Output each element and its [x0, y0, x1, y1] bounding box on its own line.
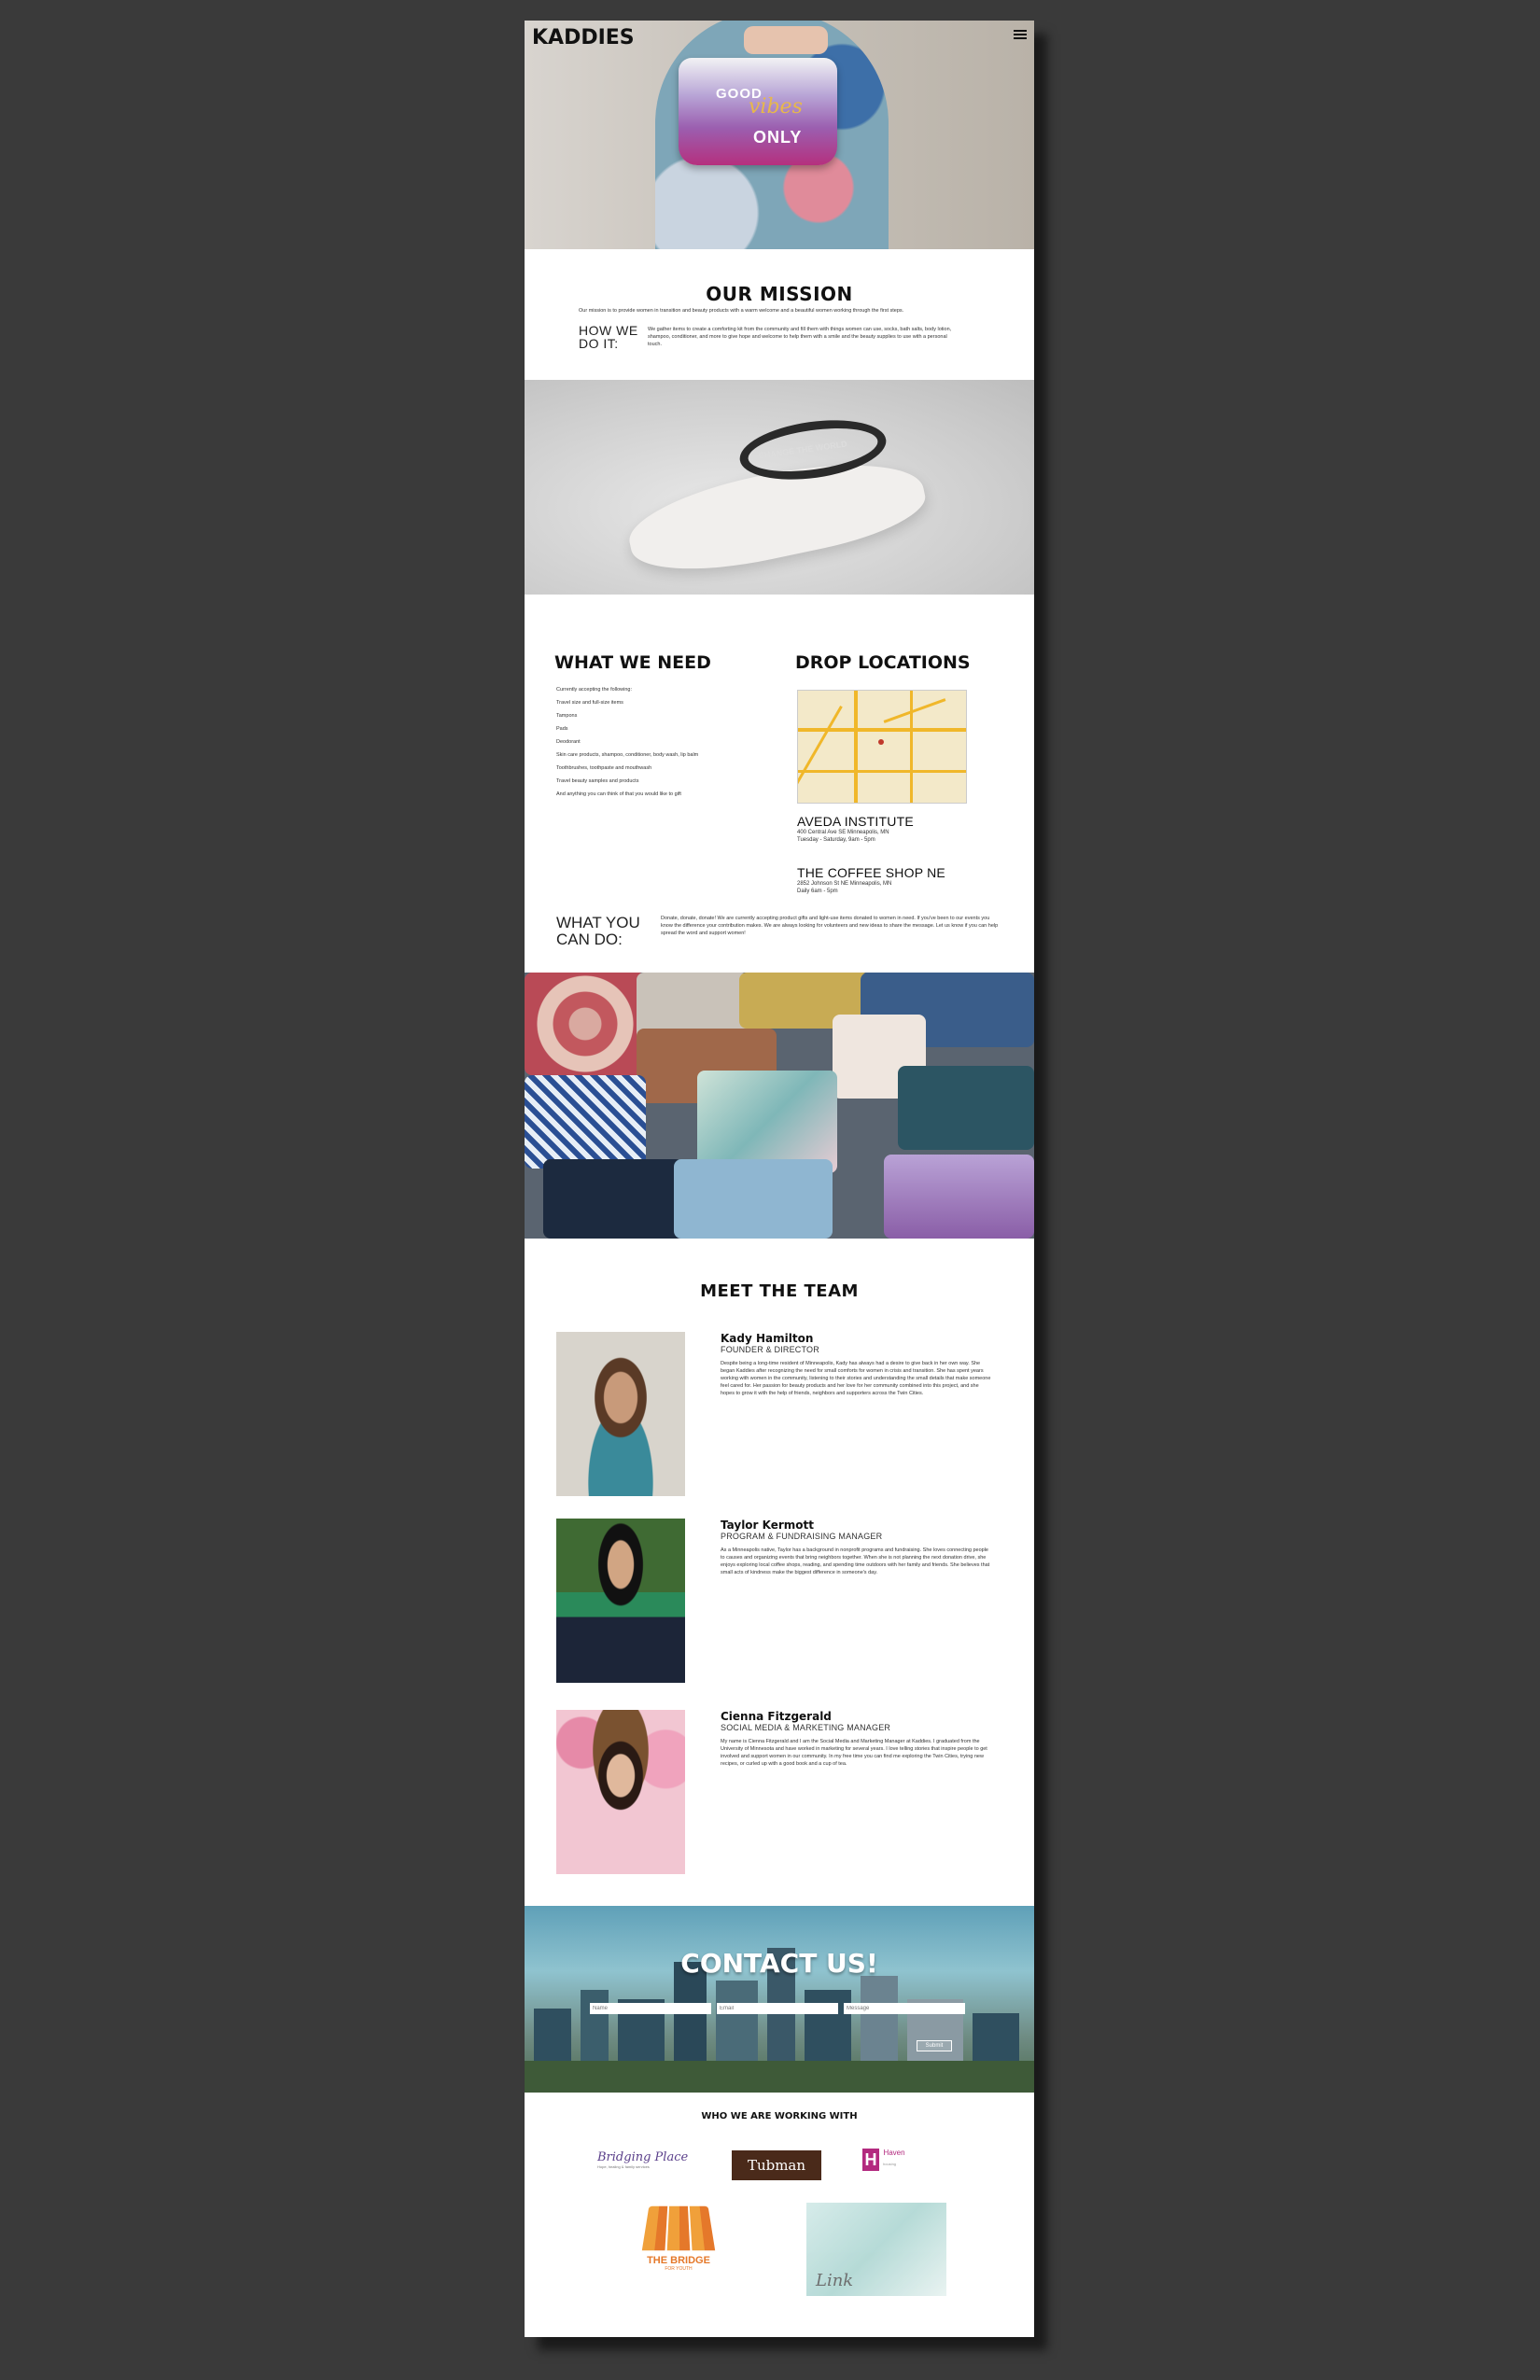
contact-email-input[interactable]: [717, 2003, 838, 2014]
partner-logo-sub: housing: [883, 2162, 897, 2166]
mission-section: OUR MISSION Our mission is to provide wo…: [525, 249, 1034, 375]
needs-list-item: Travel size and full-size items: [556, 700, 623, 706]
team-member-bio: Despite being a long-time resident of Mi…: [721, 1361, 991, 1396]
mission-text: Our mission is to provide women in trans…: [579, 308, 904, 314]
hero-section: GOOD vibes ONLY KADDIES: [525, 21, 1034, 249]
team-member-card: Kady Hamilton FOUNDER & DIRECTOR Despite…: [556, 1332, 1004, 1500]
pouches-collage-image: [525, 973, 1034, 1239]
drop-locations-map[interactable]: [797, 690, 967, 804]
what-you-can-do-label: WHAT YOU CAN DO:: [556, 915, 640, 948]
team-member-role: SOCIAL MEDIA & MARKETING MANAGER: [721, 1723, 891, 1732]
contact-message-input[interactable]: [844, 2003, 965, 2014]
hero-hand: [744, 26, 828, 54]
drop-locations-heading: DROP LOCATIONS: [795, 652, 971, 673]
partner-logo-haven[interactable]: H Haven housing: [862, 2149, 965, 2178]
partner-logo-sub: Hope, healing & family services: [597, 2164, 650, 2169]
team-member-photo: [556, 1710, 685, 1874]
partners-section: WHO WE ARE WORKING WITH Bridging Place H…: [525, 2093, 1034, 2337]
needs-list-item: Deodorant: [556, 739, 581, 745]
what-you-can-do-text: Donate, donate, donate! We are currently…: [661, 916, 999, 936]
team-member-name: Taylor Kermott: [721, 1519, 815, 1532]
how-label-line2: DO IT:: [579, 336, 619, 351]
how-label: HOW WE DO IT:: [579, 324, 638, 350]
team-member-card: Taylor Kermott PROGRAM & FUNDRAISING MAN…: [556, 1519, 1004, 1687]
what-we-need-heading: WHAT WE NEED: [554, 652, 711, 673]
hamburger-menu-icon[interactable]: [1014, 30, 1027, 39]
needs-list-item: Toothbrushes, toothpaste and mouthwash: [556, 765, 652, 771]
contact-name-input[interactable]: [590, 2003, 711, 2014]
location-name-coffee-shop: THE COFFEE SHOP NE: [797, 865, 945, 880]
team-section: MEET THE TEAM Kady Hamilton FOUNDER & DI…: [525, 1239, 1034, 1906]
contact-heading: CONTACT US!: [680, 1948, 878, 1979]
map-pin-icon[interactable]: [878, 739, 884, 745]
needs-list-item: And anything you can think of that you w…: [556, 791, 681, 797]
what-you-label-line1: WHAT YOU: [556, 914, 640, 931]
hero-pouch-image: GOOD vibes ONLY: [679, 58, 837, 165]
partner-logo-text: Link: [816, 2271, 854, 2290]
partner-logo-text: THE BRIDGE: [647, 2255, 710, 2266]
bracelet-image: CHANGE THE WORLD: [525, 380, 1034, 595]
partner-logo-link[interactable]: Link: [806, 2203, 946, 2296]
needs-section: WHAT WE NEED Currently accepting the fol…: [525, 599, 1034, 973]
location-name-aveda: AVEDA INSTITUTE: [797, 814, 914, 829]
partner-logo-text: Bridging Place: [597, 2150, 689, 2164]
contact-section: CONTACT US! Submit: [525, 1906, 1034, 2093]
location-address-coffee-shop: 2852 Johnson St NE Minneapolis, MN: [797, 881, 892, 887]
partner-logo-sub: FOR YOUTH: [665, 2266, 693, 2272]
needs-list: Currently accepting the following: Trave…: [556, 683, 762, 801]
team-member-bio: As a Minneapolis native, Taylor has a ba…: [721, 1547, 990, 1575]
team-member-photo: [556, 1519, 685, 1683]
team-member-name: Kady Hamilton: [721, 1332, 814, 1345]
location-address-aveda: 400 Central Ave SE Minneapolis, MN: [797, 830, 889, 835]
what-you-label-line2: CAN DO:: [556, 931, 623, 948]
contact-submit-button[interactable]: Submit: [917, 2040, 952, 2051]
location-hours-coffee-shop: Daily 6am - 5pm: [797, 889, 838, 894]
partner-logo-text: Tubman: [747, 2157, 806, 2174]
partner-logo-the-bridge[interactable]: THE BRIDGE FOR YOUTH: [632, 2203, 725, 2296]
pouch-text-script: vibes: [749, 95, 803, 119]
website-page[interactable]: GOOD vibes ONLY KADDIES OUR MISSION Our …: [525, 21, 1034, 2337]
how-text: We gather items to create a comforting k…: [648, 327, 952, 347]
team-heading: MEET THE TEAM: [700, 1281, 859, 1301]
team-member-role: FOUNDER & DIRECTOR: [721, 1345, 819, 1354]
needs-list-item: Pads: [556, 726, 568, 732]
needs-list-item: Travel beauty samples and products: [556, 778, 639, 784]
partner-logo-bridging-place[interactable]: Bridging Place Hope, healing & family se…: [597, 2150, 691, 2178]
site-logo[interactable]: KADDIES: [532, 26, 635, 49]
partner-logo-text: Haven: [883, 2149, 905, 2157]
team-member-name: Cienna Fitzgerald: [721, 1710, 832, 1723]
team-member-photo: [556, 1332, 685, 1496]
needs-list-item: Currently accepting the following:: [556, 687, 633, 693]
bridge-icon: [641, 2205, 716, 2251]
pouch-text-only: ONLY: [753, 128, 803, 147]
partner-logo-tubman[interactable]: Tubman: [732, 2150, 821, 2180]
location-hours-aveda: Tuesday - Saturday, 9am - 5pm: [797, 837, 875, 843]
team-member-card: Cienna Fitzgerald SOCIAL MEDIA & MARKETI…: [556, 1710, 1004, 1878]
team-member-role: PROGRAM & FUNDRAISING MANAGER: [721, 1532, 883, 1541]
needs-list-item: Tampons: [556, 713, 578, 719]
how-label-line1: HOW WE: [579, 323, 638, 338]
team-member-bio: My name is Cienna Fitzgerald and I am th…: [721, 1739, 987, 1767]
needs-list-item: Skin care products, shampoo, conditioner…: [556, 752, 699, 758]
mission-heading: OUR MISSION: [706, 283, 853, 305]
partners-heading: WHO WE ARE WORKING WITH: [701, 2111, 858, 2121]
haven-h-icon: H: [862, 2149, 879, 2171]
